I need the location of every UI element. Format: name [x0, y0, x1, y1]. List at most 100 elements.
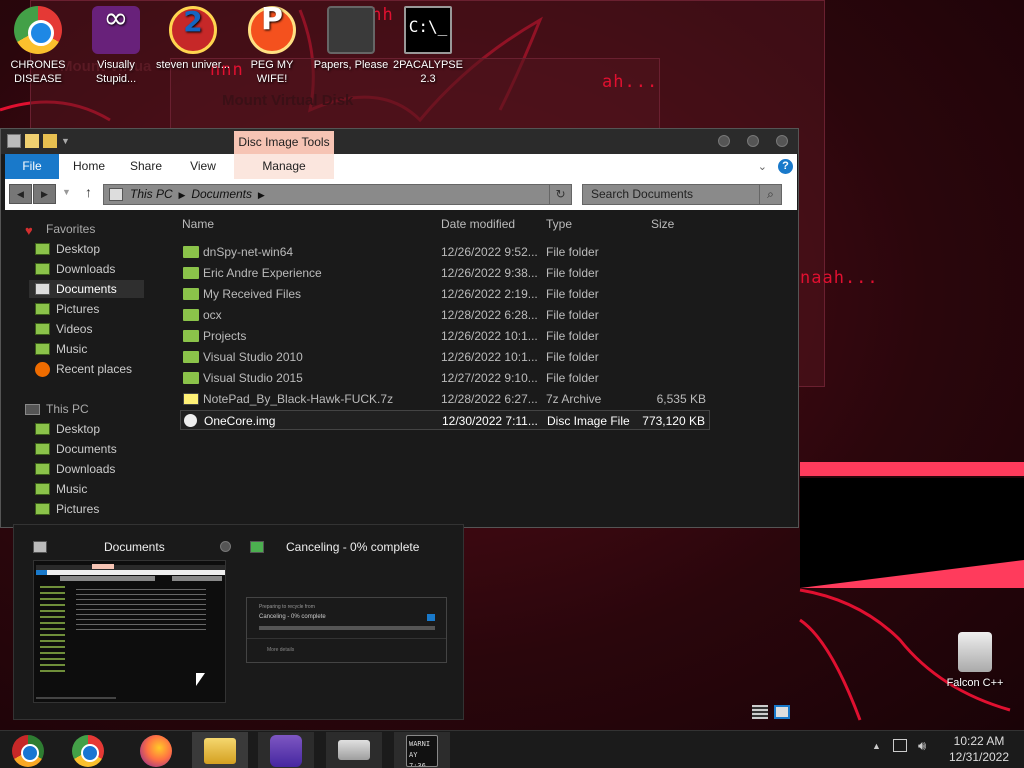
- file-row[interactable]: dnSpy-net-win64 12/26/2022 9:52... File fo…: [180, 242, 710, 262]
- search-input[interactable]: Search Documents ⌕: [582, 184, 782, 205]
- desktop-icon-steven-universe[interactable]: steven univer...: [155, 6, 231, 72]
- back-button[interactable]: ◀: [9, 184, 32, 204]
- sidebar-item-downloads[interactable]: Downloads: [35, 260, 115, 278]
- refresh-icon[interactable]: ↻: [549, 185, 571, 204]
- clock-time: 10:22 AM: [953, 734, 1005, 748]
- file-row[interactable]: Visual Studio 2015 12/27/2022 9:10... File…: [180, 368, 710, 388]
- file-date: 12/26/2022 9:52...: [441, 245, 538, 259]
- file-row[interactable]: ocx 12/28/2022 6:28... File folder: [180, 305, 710, 325]
- sidebar-item-videos[interactable]: Videos: [35, 320, 92, 338]
- title-bar[interactable]: ▼ Disc Image Tools: [1, 129, 798, 154]
- file-list: Name Date modified Type Size dnSpy-net-w…: [176, 213, 796, 527]
- this-pc-icon: [109, 188, 123, 201]
- downloads-folder-icon: [35, 263, 50, 275]
- column-type[interactable]: Type: [546, 217, 572, 231]
- nav-group-favorites[interactable]: ♥ Favorites: [25, 220, 95, 238]
- breadcrumb-documents[interactable]: Documents: [191, 187, 252, 201]
- file-explorer-icon: [204, 738, 236, 764]
- column-size[interactable]: Size: [651, 217, 674, 231]
- desktop-icon-visual-studio[interactable]: Visually Stupid...: [78, 6, 154, 86]
- wallpaper-text-naah: naah...: [800, 268, 879, 288]
- file-row[interactable]: My Received Files 12/26/2022 2:19... File …: [180, 284, 710, 304]
- sidebar-item-pc-downloads[interactable]: Downloads: [35, 460, 115, 478]
- sidebar-item-documents[interactable]: Documents: [29, 280, 144, 298]
- sidebar-item-pictures[interactable]: Pictures: [35, 300, 99, 318]
- file-name: NotePad_By_Black-Hawk-FUCK.7z: [203, 392, 394, 406]
- preview-title-documents: Documents: [104, 540, 165, 554]
- file-row[interactable]: OneCore.img 12/30/2022 7:11... Disc Image …: [180, 410, 710, 430]
- properties-icon[interactable]: [25, 134, 39, 148]
- file-type: 7z Archive: [546, 392, 602, 406]
- nav-group-this-pc[interactable]: This PC: [25, 400, 89, 418]
- sidebar-item-pc-music[interactable]: Music: [35, 480, 87, 498]
- tab-home[interactable]: Home: [69, 154, 109, 179]
- network-icon[interactable]: [893, 739, 907, 752]
- breadcrumb-this-pc[interactable]: This PC: [130, 187, 173, 201]
- desktop-icon-falcon-cpp[interactable]: Falcon C++: [937, 632, 1013, 690]
- disc-drive-icon: [338, 740, 370, 760]
- sidebar-item-music[interactable]: Music: [35, 340, 87, 358]
- taskbar-app-chrome[interactable]: [60, 732, 116, 768]
- file-date: 12/26/2022 10:1...: [441, 350, 538, 364]
- new-folder-icon[interactable]: [43, 134, 57, 148]
- mouse-cursor: [196, 673, 205, 686]
- desktop-icon-2pacalypse[interactable]: 2PACALYPSE 2.3: [390, 6, 466, 86]
- address-bar[interactable]: This PC ▶ Documents ▶ ↻: [103, 184, 572, 205]
- show-hidden-icons-icon[interactable]: ▲: [872, 741, 881, 751]
- tab-share[interactable]: Share: [126, 154, 166, 179]
- file-row[interactable]: Eric Andre Experience 12/26/2022 9:38... F…: [180, 263, 710, 283]
- clock-date: 12/31/2022: [948, 750, 1010, 764]
- close-button[interactable]: [776, 135, 788, 147]
- preview-title-canceling: Canceling - 0% complete: [286, 540, 420, 554]
- recycle-bin-icon: [958, 632, 992, 672]
- file-explorer-window[interactable]: ▼ Disc Image Tools File Home Share View …: [0, 128, 799, 528]
- taskbar-app-messenger[interactable]: [258, 732, 314, 768]
- navigation-bar: ◀ ▶ ▼ ↑ This PC ▶ Documents ▶ ↻ Search D…: [5, 179, 797, 210]
- minimize-button[interactable]: [718, 135, 730, 147]
- recent-locations-icon[interactable]: ▼: [62, 187, 71, 197]
- file-date: 12/26/2022 10:1...: [441, 329, 538, 343]
- sidebar-item-pc-documents[interactable]: Documents: [35, 440, 117, 458]
- taskbar-app-file-explorer[interactable]: [192, 732, 248, 768]
- up-button[interactable]: ↑: [85, 184, 92, 200]
- column-date-modified[interactable]: Date modified: [441, 217, 515, 231]
- large-icons-view-icon[interactable]: [774, 705, 790, 719]
- taskbar-app-firefox[interactable]: [128, 732, 184, 768]
- volume-icon[interactable]: 🔊︎: [918, 738, 926, 754]
- tab-view[interactable]: View: [185, 154, 221, 179]
- visual-studio-icon: [92, 6, 140, 54]
- desktop-icon-chrones-disease[interactable]: CHRONES DISEASE: [0, 6, 76, 86]
- file-row[interactable]: Visual Studio 2010 12/26/2022 10:1... File…: [180, 347, 710, 367]
- search-icon[interactable]: ⌕: [759, 185, 781, 204]
- desktop-icon-peg-my-wife[interactable]: PEG MY WIFE!: [234, 6, 310, 86]
- tab-file[interactable]: File: [5, 154, 59, 179]
- preview-close-button[interactable]: [220, 541, 231, 552]
- desktop-icon-papers-please[interactable]: Papers, Please: [313, 6, 389, 72]
- thumbnail-recycle-dialog[interactable]: Preparing to recycle from Canceling - 0%…: [246, 597, 447, 663]
- window-icon[interactable]: [7, 134, 21, 148]
- videos-folder-icon: [35, 323, 50, 335]
- thumb2-line-1: Preparing to recycle from: [259, 604, 315, 610]
- details-view-icon[interactable]: [752, 705, 768, 719]
- thumbnail-documents-window[interactable]: [33, 560, 226, 703]
- sidebar-item-pc-pictures[interactable]: Pictures: [35, 500, 99, 518]
- file-row[interactable]: Projects 12/26/2022 10:1... File folder: [180, 326, 710, 346]
- help-icon[interactable]: ?: [778, 159, 793, 174]
- forward-button[interactable]: ▶: [33, 184, 56, 204]
- taskbar-app-chrome-alt[interactable]: [0, 732, 56, 768]
- sidebar-item-pc-desktop[interactable]: Desktop: [35, 420, 100, 438]
- sidebar-item-recent-places[interactable]: Recent places: [35, 360, 132, 378]
- clock[interactable]: 10:22 AM 12/31/2022: [938, 733, 1020, 765]
- customize-qat-icon[interactable]: ▼: [61, 134, 75, 148]
- tab-manage[interactable]: Manage: [259, 154, 309, 179]
- column-name[interactable]: Name: [182, 217, 214, 231]
- file-row[interactable]: NotePad_By_Black-Hawk-FUCK.7z 12/28/2022 …: [180, 389, 710, 409]
- expand-ribbon-icon[interactable]: ⌄: [758, 160, 767, 173]
- maximize-button[interactable]: [747, 135, 759, 147]
- documents-window-icon: [33, 541, 47, 553]
- desktop-folder-icon: [35, 423, 50, 435]
- taskbar-app-warning-console[interactable]: WARNI AY 7:36: [394, 732, 450, 768]
- computer-icon: [25, 404, 40, 415]
- taskbar-app-drive-mount[interactable]: [326, 732, 382, 768]
- sidebar-item-desktop[interactable]: Desktop: [35, 240, 100, 258]
